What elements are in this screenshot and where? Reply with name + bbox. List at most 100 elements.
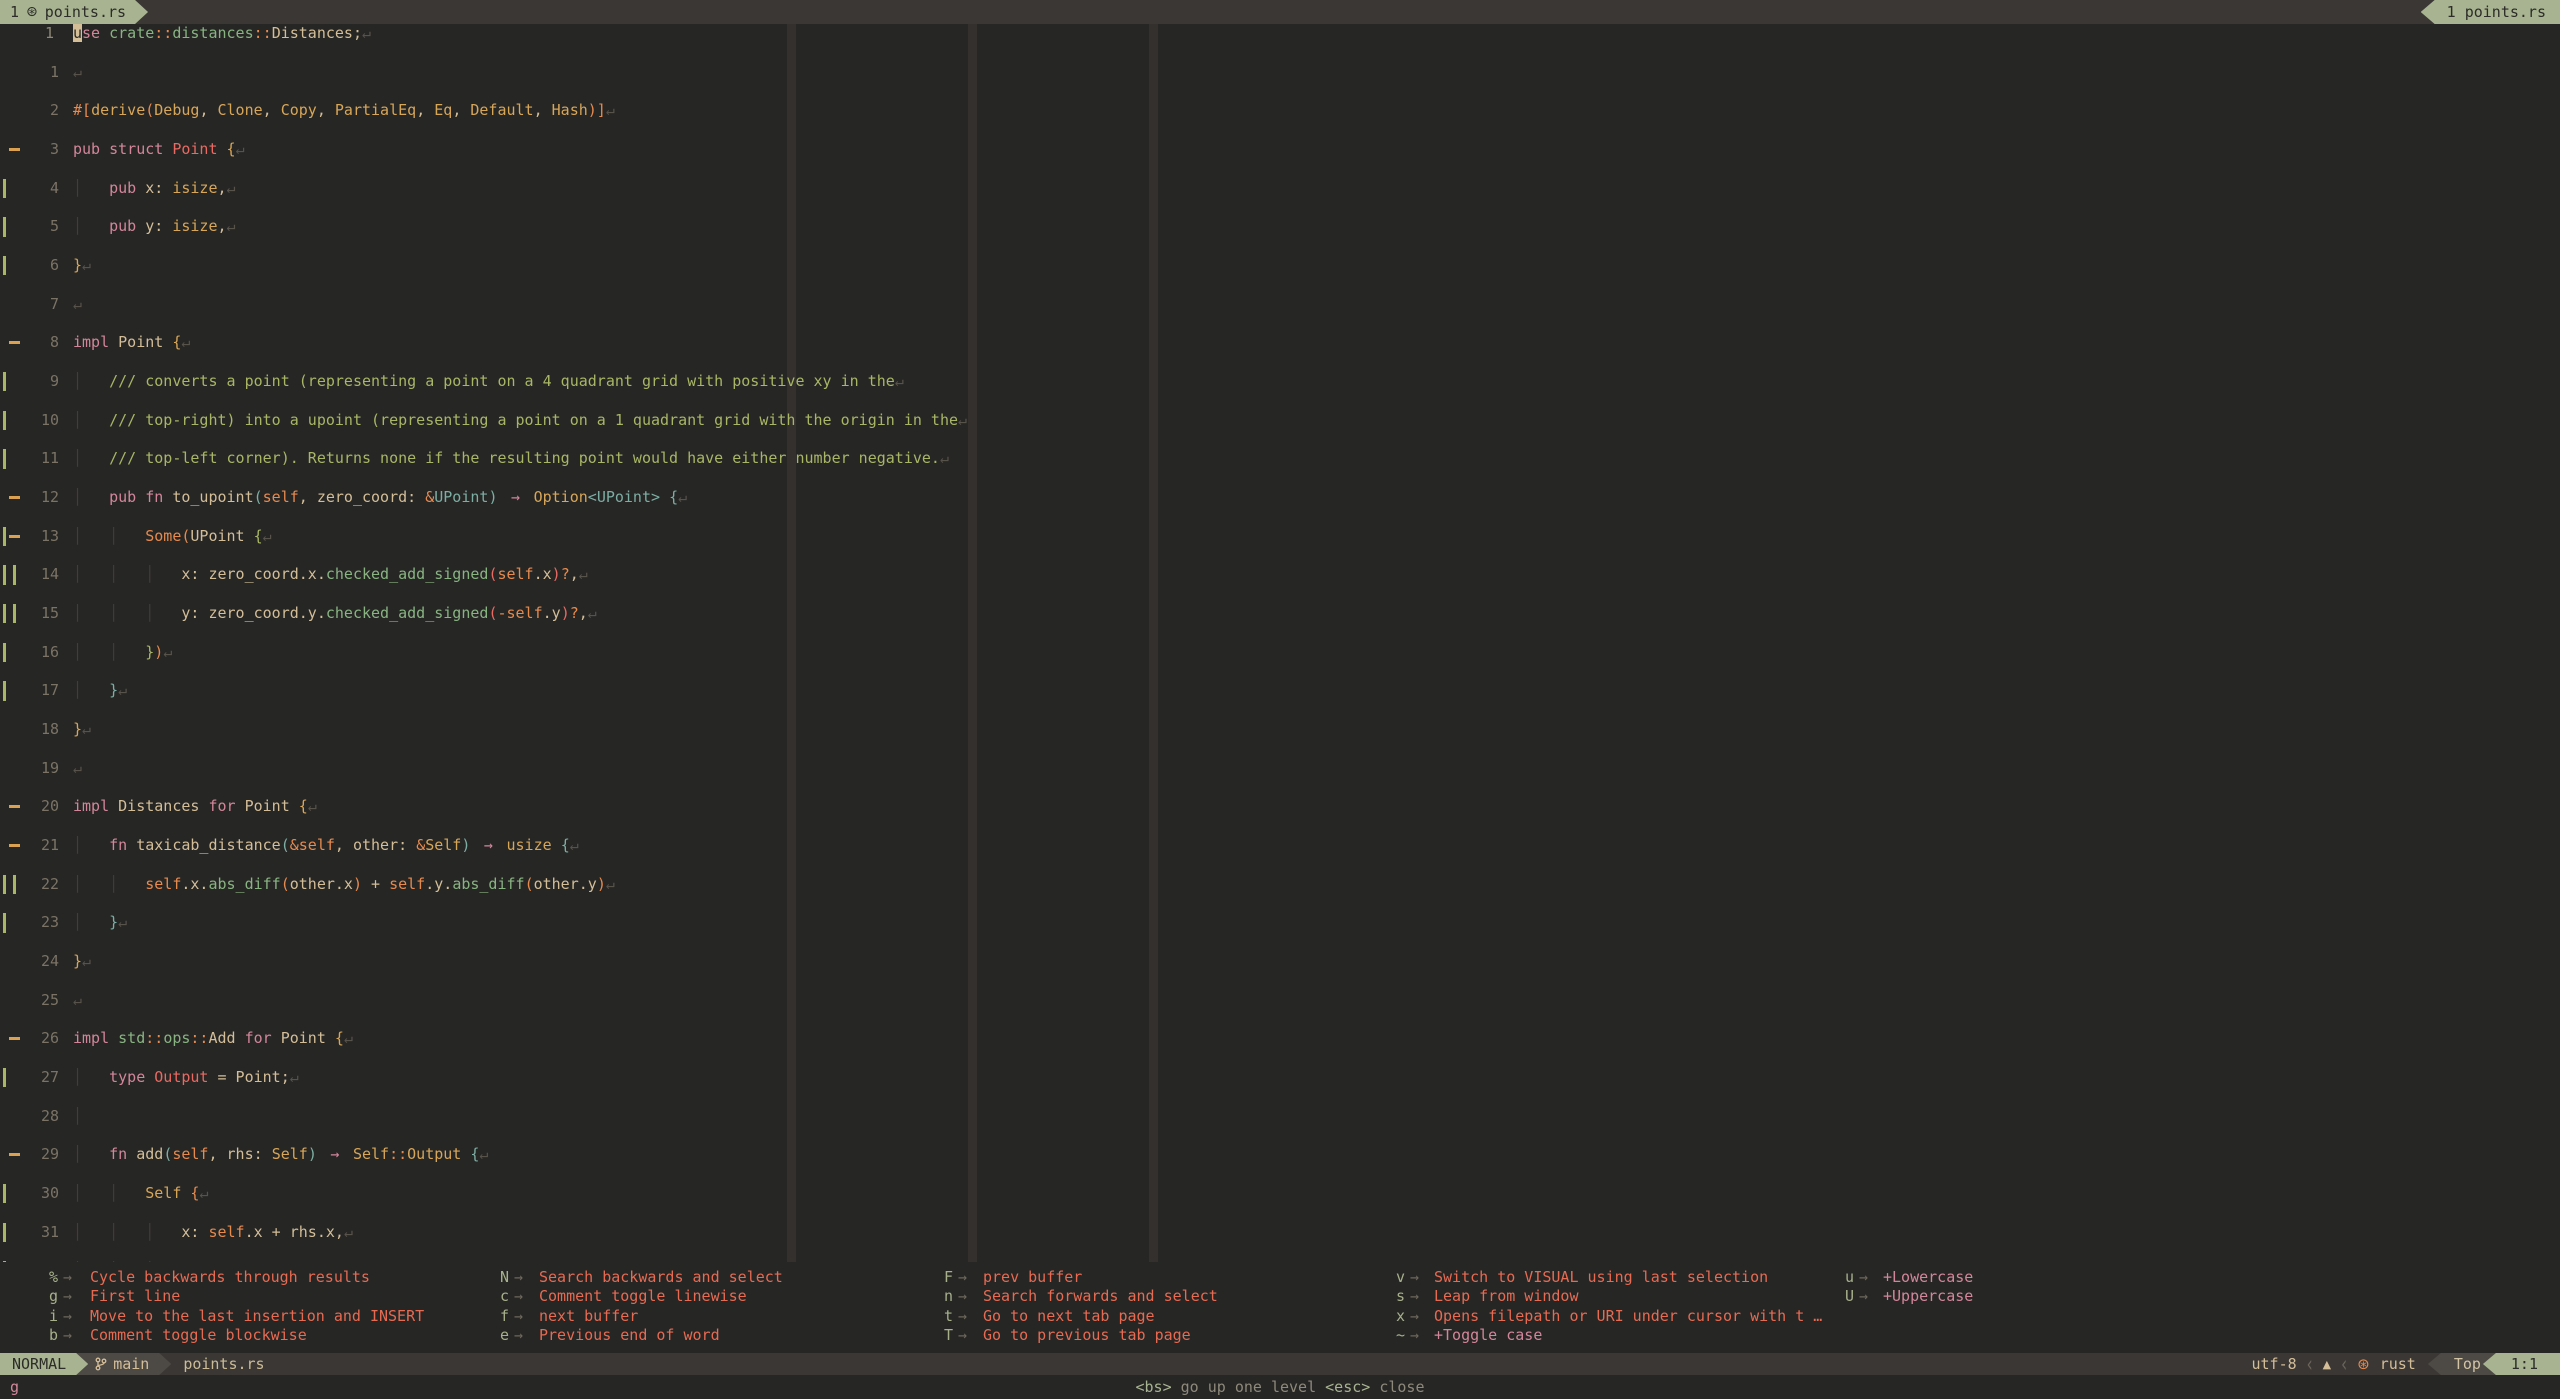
code-token: self <box>172 1145 209 1164</box>
code-line[interactable]: 21 │ fn taxicab_distance(&self, other: &S… <box>0 836 2560 855</box>
whichkey-key: x <box>1396 1306 1406 1325</box>
code-line[interactable]: 22 │ │ self.x.abs_diff(other.x) + self.y.… <box>0 874 2560 895</box>
code-token: , <box>578 604 588 623</box>
code-text: impl std::ops::Add for Point {↵ <box>73 1029 353 1048</box>
code-line[interactable]: 1 use crate::distances::Distances;↵ <box>0 24 2560 43</box>
code-line[interactable]: 11 │ /// top-left corner). Returns none i… <box>0 449 2560 469</box>
newline-symbol: ↵ <box>958 410 968 429</box>
code-line[interactable]: 5 │ pub y: isize,↵ <box>0 217 2560 237</box>
newline-symbol: ↵ <box>362 24 372 42</box>
newline-symbol: ↵ <box>82 720 92 739</box>
line-number: 1 <box>45 24 55 42</box>
indent-guide: │ <box>73 1222 83 1241</box>
code-line[interactable]: 27 │ type Output = Point;↵ <box>0 1068 2560 1088</box>
line-number: 9 <box>49 372 59 390</box>
line-number: 24 <box>40 952 59 971</box>
code-line[interactable]: 9 │ /// converts a point (representing a … <box>0 372 2560 392</box>
whichkey-description: next buffer <box>539 1306 639 1325</box>
gutter: 5 <box>0 217 73 237</box>
code-token: Some <box>145 526 182 545</box>
code-line[interactable]: 19 ↵ <box>0 759 2560 778</box>
code-line[interactable]: 2 #[derive(Debug, Clone, Copy, PartialEq,… <box>0 101 2560 120</box>
code-text: │ /// top-right) into a upoint (represen… <box>73 411 967 430</box>
code-line[interactable]: 16 │ │ })↵ <box>0 642 2560 663</box>
code-token: fn <box>145 488 164 507</box>
code-line[interactable]: 31 │ │ │ x: self.x + rhs.x,↵ <box>0 1222 2560 1243</box>
code-editor-buffer[interactable]: 1 use crate::distances::Distances;↵ 1 ↵ 2 #[d… <box>0 24 2560 1262</box>
gutter: 2 <box>0 101 73 120</box>
arrow-right-icon: → <box>958 1268 968 1286</box>
code-line[interactable]: 24}↵ <box>0 952 2560 971</box>
code-token: & <box>289 836 299 855</box>
code-token: .x. <box>181 874 209 893</box>
code-line[interactable]: 29 │ fn add(self, rhs: Self) → Self::Outp… <box>0 1145 2560 1164</box>
code-text: │ │ │ y: zero_coord.y.checked_add_signed… <box>73 604 597 623</box>
code-line[interactable]: 18}↵ <box>0 720 2560 739</box>
code-token: :: <box>145 1029 164 1048</box>
code-line[interactable]: 26 impl std::ops::Add for Point {↵ <box>0 1029 2560 1048</box>
code-line[interactable]: 14 │ │ │ x: zero_coord.x.checked_add_sign… <box>0 565 2560 585</box>
tab-filename: points.rs <box>44 3 127 21</box>
code-token: } <box>109 913 119 932</box>
code-line[interactable]: 6}↵ <box>0 256 2560 276</box>
code-text: │ │ Self {↵ <box>73 1184 208 1203</box>
code-line[interactable]: 12 │ pub fn to_upoint(self, zero_coord: &… <box>0 488 2560 507</box>
indent-guide: │ <box>73 874 83 893</box>
code-token: crate <box>109 24 155 42</box>
indent-guide: │ <box>109 526 119 545</box>
git-added-sign <box>3 372 6 392</box>
indent-guide: │ <box>73 913 83 932</box>
code-line[interactable]: 1 ↵ <box>0 63 2560 82</box>
code-token: { <box>298 797 308 816</box>
code-line[interactable]: 4 │ pub x: isize,↵ <box>0 178 2560 198</box>
code-text: ↵ <box>73 63 82 82</box>
code-token: → <box>483 836 493 855</box>
tab-points-rs-active[interactable]: 1 ⊛ points.rs <box>0 0 148 24</box>
git-added-sign <box>13 565 16 585</box>
code-token: , <box>217 178 227 197</box>
arrow-right-icon: → <box>514 1287 524 1306</box>
tab-list-indicator[interactable]: 1 points.rs <box>2420 0 2560 24</box>
indent-guide: │ <box>145 604 155 623</box>
code-line[interactable]: 7 ↵ <box>0 295 2560 314</box>
code-token: self <box>298 836 335 855</box>
code-line[interactable]: 10 │ /// top-right) into a upoint (repres… <box>0 410 2560 430</box>
whichkey-key: v <box>1396 1268 1406 1286</box>
whichkey-key: ~ <box>1396 1326 1406 1345</box>
code-text: │ │ Some(UPoint {↵ <box>73 527 272 546</box>
code-line[interactable]: 3 pub struct Point {↵ <box>0 140 2560 159</box>
whichkey-description: Switch to VISUAL using last selection <box>1434 1268 1769 1286</box>
whichkey-key: e <box>500 1326 510 1345</box>
gutter: 13 <box>0 526 73 546</box>
whichkey-panel: % → Cycle backwards through results g → First… <box>0 1262 2560 1353</box>
code-token: :: <box>154 24 173 42</box>
code-line[interactable]: 30 │ │ Self {↵ <box>0 1184 2560 1204</box>
newline-symbol: ↵ <box>73 758 83 777</box>
code-token: for <box>244 1029 272 1048</box>
arrow-right-icon: → <box>63 1268 73 1286</box>
code-line[interactable]: 28 │ <box>0 1107 2560 1126</box>
code-line[interactable]: 25 ↵ <box>0 991 2560 1010</box>
code-line[interactable]: 20 impl Distances for Point {↵ <box>0 797 2560 816</box>
git-added-sign <box>3 410 6 430</box>
newline-symbol: ↵ <box>82 952 92 971</box>
code-token: Eq <box>434 101 453 120</box>
code-line[interactable]: 8 impl Point {↵ <box>0 333 2560 352</box>
code-line[interactable]: 15 │ │ │ y: zero_coord.y.checked_add_sign… <box>0 604 2560 624</box>
arrow-right-icon: → <box>958 1287 968 1306</box>
newline-symbol: ↵ <box>262 526 272 545</box>
newline-symbol: ↵ <box>479 1145 489 1164</box>
newline-symbol: ↵ <box>289 1068 299 1087</box>
line-number: 17 <box>40 681 59 700</box>
code-token: } <box>145 642 155 661</box>
code-line[interactable]: 23 │ }↵ <box>0 913 2560 933</box>
code-token: y: zero_coord.y. <box>181 604 326 623</box>
gutter: 7 <box>0 295 73 314</box>
code-line[interactable]: 17 │ }↵ <box>0 681 2560 701</box>
code-line[interactable]: 13 │ │ Some(UPoint {↵ <box>0 526 2560 546</box>
